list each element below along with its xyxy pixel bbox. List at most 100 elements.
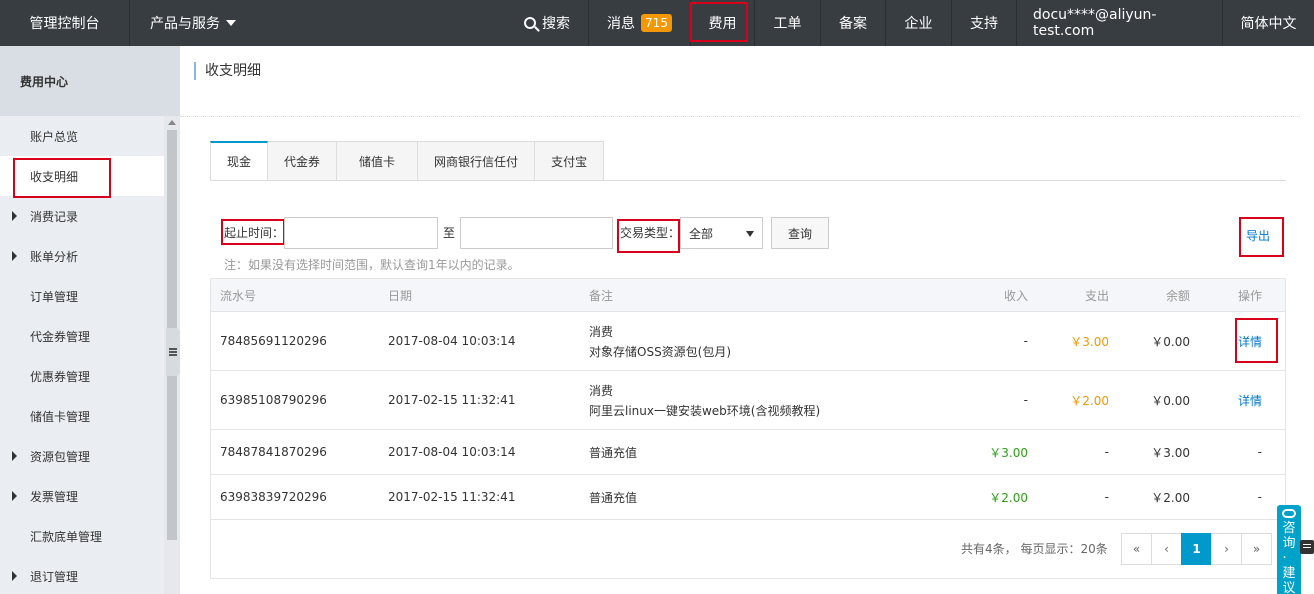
chat-icon[interactable]	[1300, 540, 1314, 554]
nav-enterprise[interactable]: 企业	[885, 0, 951, 46]
sidebar-item-account-overview[interactable]: 账户总览	[0, 116, 164, 156]
sidebar-item-label: 发票管理	[30, 489, 79, 504]
sidebar-item-vouchers[interactable]: 代金券管理	[0, 316, 164, 356]
end-date-input[interactable]	[460, 217, 613, 249]
cell-serial: 78487841870296	[220, 445, 327, 459]
brand-label: 管理控制台	[29, 16, 100, 32]
account-label: docu****@aliyun-test.com	[1033, 7, 1157, 39]
cell-action: -	[1257, 490, 1262, 504]
chevron-right-icon	[12, 491, 17, 501]
chevron-down-icon	[226, 20, 236, 26]
account-menu[interactable]: docu****@aliyun-test.com	[1016, 0, 1222, 46]
enterprise-label: 企业	[904, 16, 933, 32]
pagination-row: 共有4条， 每页显示：20条 « ‹ 1 › »	[211, 520, 1285, 578]
transactions-table: 流水号 日期 备注 收入 支出 余额 操作 78485691120296 201…	[210, 278, 1286, 579]
prev-page-button[interactable]: ‹	[1151, 533, 1182, 565]
messages-button[interactable]: 消息 715	[588, 0, 690, 46]
range-separator: 至	[443, 226, 456, 240]
table-header: 流水号 日期 备注 收入 支出 余额 操作	[211, 279, 1285, 312]
cell-balance: ￥0.00	[1151, 334, 1190, 349]
divider	[180, 116, 1300, 117]
cell-action: 详情	[1190, 392, 1268, 409]
tab-mybank-credit[interactable]: 网商银行信任付	[418, 141, 536, 181]
cell-balance: ￥2.00	[1151, 490, 1190, 505]
cell-balance: ￥3.00	[1151, 445, 1190, 460]
first-page-button[interactable]: «	[1121, 533, 1152, 565]
console-home-link[interactable]: 管理控制台	[0, 0, 130, 46]
cell-expense: ￥2.00	[1070, 393, 1109, 408]
scroll-up-icon[interactable]	[168, 120, 176, 125]
last-page-button[interactable]: »	[1241, 533, 1272, 565]
sidebar-item-unsubscribe[interactable]: 退订管理	[0, 556, 164, 594]
products-menu[interactable]: 产品与服务	[130, 0, 256, 46]
cell-expense: -	[1104, 490, 1109, 504]
cell-remark: 普通充值	[589, 490, 638, 505]
nav-icp[interactable]: 备案	[820, 0, 885, 46]
cell-date: 2017-02-15 11:32:41	[388, 490, 516, 504]
sidebar-item-consumption[interactable]: 消费记录	[0, 196, 164, 236]
cell-action: -	[1257, 445, 1262, 459]
cell-expense: ￥3.00	[1070, 334, 1109, 349]
search-label: 搜索	[542, 16, 570, 32]
cell-remark: 消费 阿里云linux一键安装web环境(含视频教程)	[580, 382, 940, 419]
sidebar-item-invoices[interactable]: 发票管理	[0, 476, 164, 516]
query-button[interactable]: 查询	[771, 217, 829, 249]
tab-label: 支付宝	[551, 154, 588, 169]
chevron-right-icon	[12, 571, 17, 581]
sidebar-item-orders[interactable]: 订单管理	[0, 276, 164, 316]
search-button[interactable]: 搜索	[506, 0, 588, 46]
header-remark: 备注	[589, 288, 614, 303]
details-link[interactable]: 详情	[1238, 394, 1262, 408]
sidebar-item-bill-analysis[interactable]: 账单分析	[0, 236, 164, 276]
sidebar-item-remittance[interactable]: 汇款底单管理	[0, 516, 164, 556]
start-date-input[interactable]	[284, 217, 438, 249]
cell-income: ￥3.00	[989, 445, 1028, 460]
remark-type: 消费	[589, 383, 614, 398]
sidebar-item-label: 代金券管理	[30, 329, 91, 344]
chevron-right-icon	[12, 211, 17, 221]
language-switch[interactable]: 简体中文	[1222, 0, 1314, 46]
header-income: 收入	[1003, 288, 1028, 303]
support-label: 支持	[970, 16, 998, 32]
table-row: 63983839720296 2017-02-15 11:32:41 普通充值 …	[211, 475, 1285, 520]
collapse-sidebar-icon[interactable]	[166, 328, 180, 376]
language-label: 简体中文	[1240, 16, 1297, 32]
sidebar-item-stored-value[interactable]: 储值卡管理	[0, 396, 164, 436]
sidebar-item-resource-packs[interactable]: 资源包管理	[0, 436, 164, 476]
header-balance: 余额	[1165, 288, 1190, 303]
page-1-button[interactable]: 1	[1181, 533, 1212, 565]
feedback-widget[interactable]: 咨询 · 建议	[1277, 505, 1301, 594]
sidebar-item-label: 汇款底单管理	[30, 529, 103, 544]
cell-income: -	[1023, 393, 1028, 407]
transaction-type-select[interactable]: 全部	[680, 217, 763, 249]
table-row: 78487841870296 2017-08-04 10:03:14 普通充值 …	[211, 430, 1285, 475]
nav-tickets[interactable]: 工单	[754, 0, 820, 46]
sidebar-item-coupons[interactable]: 优惠券管理	[0, 356, 164, 396]
next-page-button[interactable]: ›	[1211, 533, 1242, 565]
header-action: 操作	[1237, 288, 1262, 303]
tab-alipay[interactable]: 支付宝	[535, 141, 605, 181]
sidebar-item-label: 资源包管理	[30, 449, 91, 464]
tab-cash[interactable]: 现金	[210, 141, 269, 181]
highlight-export	[1239, 217, 1284, 257]
tab-label: 网商银行信任付	[434, 154, 519, 169]
header-serial: 流水号	[220, 288, 257, 303]
sidebar-item-label: 账单分析	[30, 249, 79, 264]
chevron-right-icon	[12, 451, 17, 461]
pagination-info: 共有4条， 每页显示：20条	[961, 542, 1108, 556]
sidebar-item-label: 订单管理	[30, 289, 79, 304]
tickets-label: 工单	[773, 16, 802, 32]
cell-remark: 消费 对象存储OSS资源包(包月)	[580, 323, 940, 360]
divider	[210, 180, 1286, 181]
messages-label: 消息	[607, 16, 636, 32]
header-expense: 支出	[1084, 288, 1109, 303]
nav-support[interactable]: 支持	[951, 0, 1016, 46]
sidebar-item-label: 账户总览	[30, 129, 79, 144]
tab-stored-value[interactable]: 储值卡	[337, 141, 419, 181]
chevron-right-icon	[12, 251, 17, 261]
tab-vouchers[interactable]: 代金券	[268, 141, 338, 181]
chevron-down-icon	[746, 231, 754, 237]
cell-income: ￥2.00	[989, 490, 1028, 505]
pagination: « ‹ 1 › »	[1121, 533, 1272, 565]
tab-label: 储值卡	[359, 154, 396, 169]
